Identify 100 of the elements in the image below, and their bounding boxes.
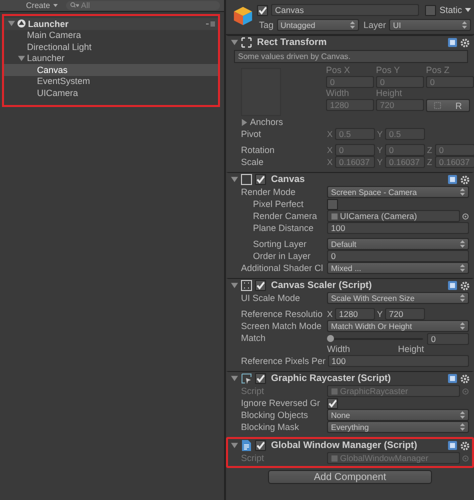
checkbox[interactable] [255,373,266,384]
number-field[interactable]: 0 [335,144,375,156]
slider-min-label: Width [327,344,350,354]
settings-icon[interactable] [460,38,470,48]
property-label: Sorting Layer [253,239,308,249]
hierarchy-item[interactable]: UICamera [37,88,78,98]
checkbox[interactable] [327,198,338,210]
dropdown[interactable]: Everything [327,421,469,433]
help-book-icon[interactable] [448,38,457,47]
help-book-icon[interactable] [448,281,457,290]
number-field[interactable]: 0 [435,144,474,156]
checkbox[interactable] [425,4,436,16]
axis-label: X [327,309,334,319]
dropdown-caret-icon[interactable] [465,8,471,12]
foldout-arrow-icon[interactable] [231,176,238,183]
gameobject-cube-icon [233,6,253,26]
checkbox[interactable] [255,174,266,185]
create-button[interactable]: Create [26,1,58,10]
square-icon [241,174,252,185]
number-field[interactable]: 0 [326,76,374,88]
number-field[interactable]: 1280 [335,308,375,320]
settings-icon[interactable] [460,280,470,290]
number-field[interactable]: 0.5 [335,128,375,140]
checkbox[interactable] [255,440,266,451]
dotted-square-icon [434,102,442,109]
raw-edit-button[interactable]: R [426,99,470,112]
property-label: Order in Layer [253,251,312,261]
object-picker-icon[interactable] [462,212,469,220]
number-field[interactable]: 720 [385,308,425,320]
hierarchy-item[interactable]: Main Camera [27,30,82,40]
dropdown-arrows-icon [460,322,465,330]
scene-name[interactable]: Launcher [28,18,69,29]
settings-icon[interactable] [460,440,470,450]
property-label: Pixel Perfect [253,199,305,209]
component-title: Canvas [271,174,305,185]
number-field[interactable]: 0.16037 [435,156,474,168]
add-component-button[interactable]: Add Component [268,470,432,484]
foldout-arrow-icon[interactable] [241,118,248,126]
dropdown[interactable]: Screen Space - Camera [327,186,469,198]
settings-icon[interactable] [460,374,470,384]
axis-label: Z [427,157,434,167]
asset-icon [331,388,338,394]
number-field[interactable]: 720 [376,99,424,111]
number-field[interactable]: 0.5 [385,128,425,140]
number-field[interactable]: 100 [327,222,469,234]
property-label: Match [241,333,267,343]
property-label: Render Mode [241,187,297,197]
dropdown-arrows-icon [460,188,465,196]
dropdown-arrows-icon [460,411,465,419]
dropdown[interactable]: None [327,409,469,421]
foldout-arrow-icon[interactable] [231,375,238,382]
help-book-icon[interactable] [448,441,457,450]
number-field[interactable]: 0 [376,76,424,88]
foldout-label[interactable]: Anchors [250,117,284,127]
hierarchy-item[interactable]: Launcher [27,53,65,64]
number-field[interactable]: 0 [327,250,469,262]
property-label: Blocking Mask [241,422,300,432]
object-name-field[interactable]: Canvas [271,4,420,16]
help-book-icon[interactable] [448,175,457,184]
rect-transform-icon [241,37,252,48]
number-field[interactable]: 0 [385,144,425,156]
property-label: Ignore Reversed Gr [241,398,322,408]
foldout-arrow-icon[interactable] [231,282,238,289]
foldout-arrow-icon[interactable] [231,39,238,46]
expand-arrow-icon[interactable] [18,54,25,62]
menu-icon[interactable] [206,20,215,27]
search-icon [70,2,80,9]
number-field[interactable]: 1280 [326,99,374,111]
slider-thumb[interactable] [327,334,334,342]
property-label: Screen Match Mode [241,321,323,331]
dropdown[interactable]: Default [327,238,469,250]
number-field[interactable]: 0.16037 [385,156,425,168]
number-field[interactable]: 0 [427,332,469,344]
dropdown[interactable]: Mixed ... [327,262,469,274]
checkbox[interactable] [327,398,338,408]
dropdown[interactable]: Match Width Or Height [327,320,469,332]
tag-dropdown[interactable]: Untagged [276,19,358,31]
search-field[interactable]: All [66,1,220,10]
hierarchy-item[interactable]: EventSystem [37,76,90,86]
checkbox[interactable] [255,280,266,291]
object-field[interactable]: UICamera (Camera) [327,210,460,222]
expand-arrow-icon[interactable] [8,20,15,28]
axis-label: Y [377,309,384,319]
dropdown[interactable]: Scale With Screen Size [327,292,469,304]
dropdown-arrows-icon [460,294,465,302]
number-field[interactable]: 0.16037 [335,156,375,168]
number-field[interactable]: 100 [328,355,469,367]
property-label: Scale [241,157,265,167]
checkbox[interactable] [257,4,268,16]
slider-max-label: Height [398,344,424,354]
foldout-arrow-icon[interactable] [231,442,238,449]
axis-label: Y [377,129,384,139]
number-field[interactable]: 0 [426,76,474,88]
help-book-icon[interactable] [448,374,457,383]
hierarchy-item[interactable]: Directional Light [27,42,92,52]
dropdown-arrows-icon [460,264,465,272]
settings-icon[interactable] [460,174,470,184]
field-label: Pos Y [376,65,401,76]
layer-dropdown[interactable]: UI [389,19,471,31]
hierarchy-item[interactable]: Canvas [37,64,68,75]
